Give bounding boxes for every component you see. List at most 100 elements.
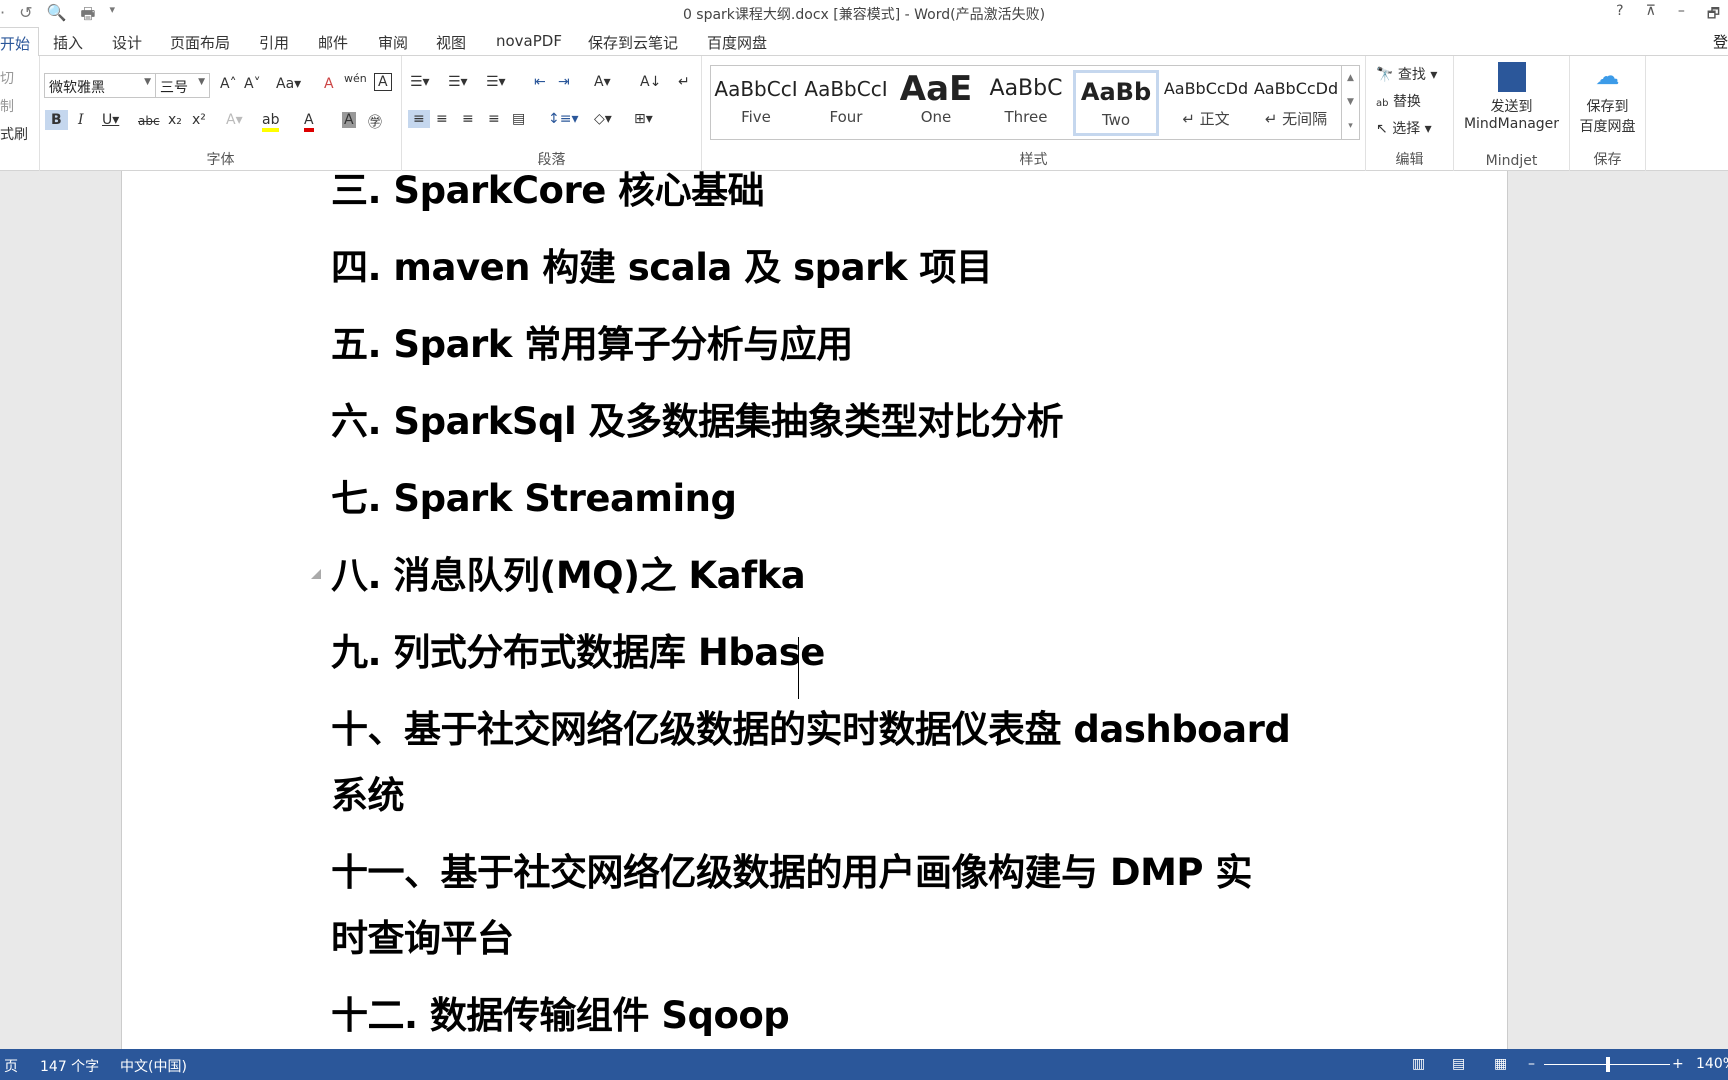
italic-button[interactable]: I bbox=[78, 112, 84, 128]
bullets-icon[interactable]: ☰▾ bbox=[410, 74, 430, 90]
style-one[interactable]: AaE One bbox=[893, 70, 979, 136]
heading-paragraph[interactable]: 六. SparkSql 及多数据集抽象类型对比分析 bbox=[331, 389, 1291, 455]
replace-button[interactable]: ab 替换 bbox=[1376, 91, 1421, 111]
paragraph-group: ☰▾ ☰▾ ☰▾ ⇤ ⇥ A▾ A↓ ↵ ≡ ≡ ≡ ≡ ▤ ↕≡▾ ◇▾ ⊞▾… bbox=[402, 56, 702, 171]
tab-page-layout[interactable]: 页面布局 bbox=[170, 32, 230, 53]
find-button[interactable]: 🔭 查找 ▾ bbox=[1376, 64, 1437, 84]
format-painter-button[interactable]: 式刷 bbox=[0, 124, 28, 144]
heading-paragraph[interactable]: 三. SparkCore 核心基础 bbox=[331, 171, 1291, 224]
tab-insert[interactable]: 插入 bbox=[53, 32, 83, 53]
tab-home[interactable]: 开始 bbox=[0, 27, 40, 57]
character-border-icon[interactable]: A bbox=[374, 73, 392, 91]
print-layout-icon[interactable]: ▤ bbox=[1452, 1056, 1465, 1072]
save-group: ☁ 保存到 百度网盘 保存 bbox=[1570, 56, 1646, 171]
tab-design[interactable]: 设计 bbox=[112, 32, 142, 53]
heading-paragraph[interactable]: 十二. 数据传输组件 Sqoop bbox=[331, 983, 1291, 1049]
bold-button[interactable]: B bbox=[45, 110, 68, 130]
heading-paragraph[interactable]: 十一、基于社交网络亿级数据的用户画像构建与 DMP 实时查询平台 bbox=[331, 840, 1271, 972]
heading-paragraph[interactable]: 四. maven 构建 scala 及 spark 项目 bbox=[331, 235, 1291, 301]
save-to-baidu-button[interactable]: ☁ 保存到 百度网盘 bbox=[1570, 62, 1645, 136]
ribbon-display-button[interactable]: ⊼ bbox=[1646, 3, 1656, 27]
copy-button[interactable]: 制 bbox=[0, 96, 14, 116]
zoom-level[interactable]: 140% bbox=[1696, 1056, 1728, 1072]
font-group-label: 字体 bbox=[206, 152, 235, 168]
justify-button[interactable]: ≡ bbox=[488, 111, 500, 127]
tab-view[interactable]: 视图 bbox=[436, 32, 466, 53]
document-page[interactable]: 三. SparkCore 核心基础 四. maven 构建 scala 及 sp… bbox=[121, 171, 1508, 1049]
sort-icon[interactable]: A↓ bbox=[640, 74, 661, 90]
tab-references[interactable]: 引用 bbox=[259, 32, 289, 53]
underline-button[interactable]: U▾ bbox=[102, 112, 119, 128]
styles-scroll[interactable]: ▲ ▼ ▾ bbox=[1341, 66, 1359, 139]
heading-paragraph[interactable]: 八. 消息队列(MQ)之 Kafka bbox=[331, 543, 1291, 609]
cut-button[interactable]: 切 bbox=[0, 68, 14, 88]
grow-font-icon[interactable]: A˄ bbox=[220, 76, 237, 92]
clear-formatting-icon[interactable]: A bbox=[324, 76, 334, 92]
language-indicator[interactable]: 中文(中国) bbox=[120, 1056, 187, 1076]
heading-paragraph[interactable]: 五. Spark 常用算子分析与应用 bbox=[331, 312, 1291, 378]
highlight-color-icon[interactable]: ab bbox=[262, 112, 280, 132]
style-name: Four bbox=[829, 108, 863, 126]
send-to-mindmanager-button[interactable]: 发送到 MindManager bbox=[1454, 62, 1569, 132]
word-count[interactable]: 147 个字 bbox=[40, 1056, 99, 1076]
heading-paragraph[interactable]: 十、基于社交网络亿级数据的实时数据仪表盘 dashboard 系统 bbox=[331, 697, 1291, 829]
tab-review[interactable]: 审阅 bbox=[378, 32, 408, 53]
strikethrough-button[interactable]: abc bbox=[138, 114, 160, 128]
style-four[interactable]: AaBbCcI Four bbox=[803, 70, 889, 136]
tab-mailings[interactable]: 邮件 bbox=[318, 32, 348, 53]
style-normal[interactable]: AaBbCcDd ↵ 正文 bbox=[1163, 70, 1249, 136]
heading-paragraph[interactable]: 九. 列式分布式数据库 Hbase bbox=[331, 620, 1291, 686]
font-size-select[interactable]: 三号 ▼ bbox=[155, 73, 210, 98]
document-content[interactable]: 三. SparkCore 核心基础 四. maven 构建 scala 及 sp… bbox=[331, 171, 1291, 1049]
multilevel-list-icon[interactable]: ☰▾ bbox=[486, 74, 506, 90]
ribbon: 切 制 式刷 微软雅黑 ▼ 三号 ▼ A˄ A˅ Aa▾ A wén A B I U… bbox=[0, 56, 1728, 171]
align-left-button[interactable]: ≡ bbox=[408, 110, 430, 128]
style-name: Five bbox=[741, 108, 771, 126]
phonetic-guide-icon[interactable]: wén bbox=[344, 72, 367, 85]
style-name: One bbox=[920, 108, 952, 126]
document-area: 三. SparkCore 核心基础 四. maven 构建 scala 及 sp… bbox=[0, 171, 1728, 1049]
collapse-heading-icon[interactable] bbox=[311, 569, 321, 579]
align-center-button[interactable]: ≡ bbox=[436, 111, 448, 127]
enclose-characters-icon[interactable]: ㊫ bbox=[368, 112, 382, 132]
find-label: 查找 bbox=[1397, 67, 1426, 83]
text-effects-icon[interactable]: A▾ bbox=[226, 112, 243, 128]
sign-in-link[interactable]: 登 bbox=[1713, 31, 1728, 52]
shading-icon[interactable]: ◇▾ bbox=[594, 111, 612, 127]
read-mode-icon[interactable]: ▥ bbox=[1412, 1056, 1425, 1072]
minimize-button[interactable]: – bbox=[1678, 3, 1685, 27]
select-label: 选择 bbox=[1392, 121, 1421, 137]
align-right-button[interactable]: ≡ bbox=[462, 111, 474, 127]
distributed-button[interactable]: ▤ bbox=[512, 111, 525, 127]
style-no-spacing[interactable]: AaBbCcDd ↵ 无间隔 bbox=[1253, 70, 1339, 136]
style-two[interactable]: AaBb Two bbox=[1073, 70, 1159, 136]
zoom-slider-thumb[interactable] bbox=[1606, 1057, 1610, 1072]
zoom-in-button[interactable]: + bbox=[1672, 1056, 1684, 1072]
decrease-indent-icon[interactable]: ⇤ bbox=[534, 74, 546, 90]
line-spacing-icon[interactable]: ↕≡▾ bbox=[548, 111, 579, 127]
character-shading-icon[interactable]: A bbox=[342, 112, 356, 128]
superscript-button[interactable]: x² bbox=[192, 112, 206, 128]
tab-baidu-netdisk[interactable]: 百度网盘 bbox=[707, 32, 767, 53]
font-color-icon[interactable]: A bbox=[304, 112, 314, 132]
subscript-button[interactable]: x₂ bbox=[168, 112, 182, 128]
web-layout-icon[interactable]: ▦ bbox=[1494, 1056, 1507, 1072]
tab-novapdf[interactable]: novaPDF bbox=[496, 32, 562, 50]
asian-layout-icon[interactable]: A▾ bbox=[594, 74, 611, 90]
increase-indent-icon[interactable]: ⇥ bbox=[558, 74, 570, 90]
show-marks-icon[interactable]: ↵ bbox=[678, 74, 690, 90]
change-case-icon[interactable]: Aa▾ bbox=[276, 76, 301, 92]
restore-button[interactable]: 🗗 bbox=[1707, 3, 1720, 27]
tab-save-to-cloud-notes[interactable]: 保存到云笔记 bbox=[588, 32, 678, 53]
help-button[interactable]: ? bbox=[1616, 3, 1623, 27]
numbering-icon[interactable]: ☰▾ bbox=[448, 74, 468, 90]
shrink-font-icon[interactable]: A˅ bbox=[244, 76, 261, 92]
style-three[interactable]: AaBbC Three bbox=[983, 70, 1069, 136]
style-five[interactable]: AaBbCcI Five bbox=[713, 70, 799, 136]
borders-icon[interactable]: ⊞▾ bbox=[634, 111, 653, 127]
select-button[interactable]: ↖ 选择 ▾ bbox=[1376, 118, 1432, 138]
font-name-select[interactable]: 微软雅黑 ▼ bbox=[44, 73, 156, 98]
heading-paragraph[interactable]: 七. Spark Streaming bbox=[331, 466, 1291, 532]
page-indicator[interactable]: 页 bbox=[4, 1056, 18, 1076]
zoom-out-button[interactable]: – bbox=[1528, 1056, 1535, 1072]
